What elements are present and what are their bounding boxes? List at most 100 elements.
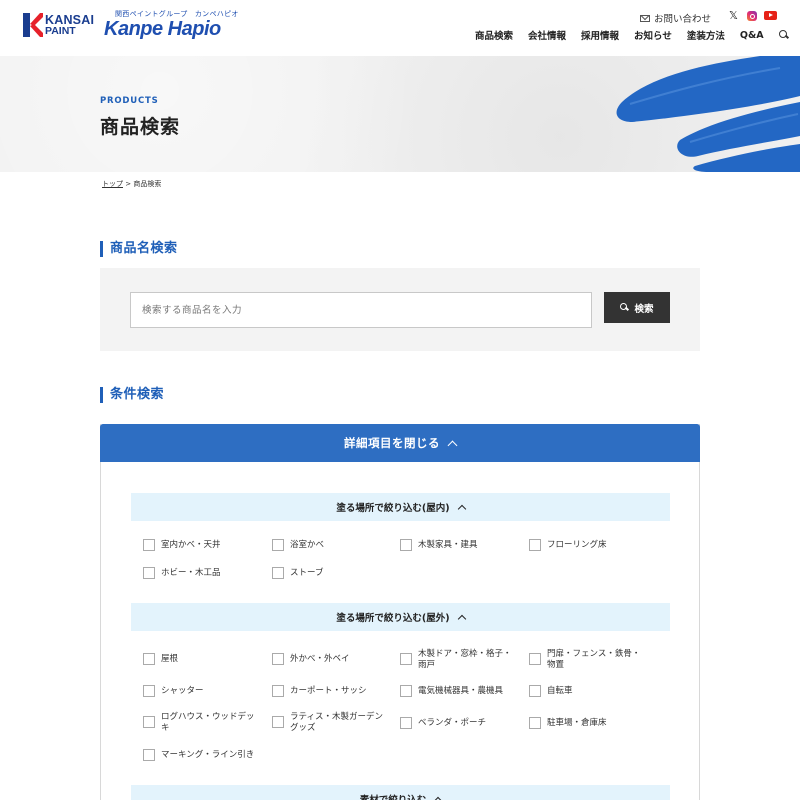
paint-brush-stroke-decoration — [616, 56, 800, 172]
kansai-logo-line2: PAINT — [45, 25, 76, 37]
checkbox-option[interactable]: ホビー・木工品 — [143, 567, 261, 579]
option-label: ラティス・木製ガーデングッズ — [290, 712, 383, 733]
checkbox-option[interactable]: ベランダ・ポーチ — [400, 717, 518, 729]
checkbox[interactable] — [272, 685, 284, 697]
checkbox-option[interactable]: ストーブ — [272, 567, 390, 579]
chevron-up-icon — [457, 614, 466, 623]
mail-icon — [640, 14, 650, 22]
breadcrumb-separator: > — [123, 180, 134, 188]
close-details-label: 詳細項目を閉じる — [344, 436, 440, 450]
page-hero: PRODUCTS 商品検索 — [0, 56, 800, 172]
checkbox-option[interactable]: フローリング床 — [529, 539, 647, 551]
product-name-search-box: 検索 — [100, 268, 700, 351]
checkbox-option[interactable]: 駐車場・倉庫床 — [529, 717, 647, 729]
checkbox[interactable] — [272, 539, 284, 551]
breadcrumb-current: 商品検索 — [133, 180, 162, 188]
nav-item-qa[interactable]: Q&A — [740, 30, 764, 41]
condition-search-panel: 詳細項目を閉じる 塗る場所で絞り込む(屋内) 室内かべ・天井 浴室かべ 木製家具… — [100, 424, 700, 800]
checkbox-option[interactable]: 室内かべ・天井 — [143, 539, 261, 551]
checkbox[interactable] — [272, 567, 284, 579]
option-label: カーポート・サッシ — [290, 686, 367, 696]
kansai-k-logo-icon — [23, 13, 43, 37]
group-title: 塗る場所で絞り込む(屋内) — [336, 503, 450, 514]
kansai-paint-logo[interactable]: KANSAI PAINT — [23, 13, 97, 39]
chevron-up-icon — [434, 796, 443, 800]
option-label: 木製ドア・窓枠・格子・雨戸 — [418, 649, 512, 670]
search-icon — [620, 303, 629, 312]
search-icon[interactable] — [778, 30, 789, 40]
checkbox-option[interactable]: 自転車 — [529, 685, 647, 697]
product-name-search-input[interactable] — [130, 292, 592, 328]
option-label: 駐車場・倉庫床 — [547, 718, 607, 728]
option-label: 電気機械器具・農機具 — [418, 686, 504, 696]
checkbox[interactable] — [143, 749, 155, 761]
product-search-button[interactable]: 検索 — [604, 292, 670, 323]
condition-search-heading: 条件検索 — [100, 387, 164, 403]
option-label: シャッター — [161, 686, 204, 696]
checkbox[interactable] — [143, 653, 155, 665]
checkbox-option[interactable]: マーキング・ライン引き — [143, 749, 291, 761]
checkbox-option[interactable]: 木製ドア・窓枠・格子・雨戸 — [400, 649, 518, 671]
checkbox-option[interactable]: カーポート・サッシ — [272, 685, 390, 697]
group-header-material[interactable]: 素材で絞り込む — [131, 785, 670, 800]
youtube-icon[interactable] — [764, 11, 777, 20]
checkbox[interactable] — [143, 685, 155, 697]
checkbox[interactable] — [529, 717, 541, 729]
checkbox[interactable] — [143, 567, 155, 579]
checkbox-option[interactable]: 外かべ・外ベイ — [272, 653, 390, 665]
checkbox[interactable] — [400, 717, 412, 729]
option-label: 門扉・フェンス・鉄骨・物置 — [547, 649, 641, 670]
option-label: 屋根 — [161, 654, 179, 664]
group-header-indoor[interactable]: 塗る場所で絞り込む(屋内) — [131, 493, 670, 521]
checkbox[interactable] — [529, 685, 541, 697]
checkbox[interactable] — [143, 716, 155, 728]
checkbox[interactable] — [529, 653, 541, 665]
page-title: 商品検索 — [100, 116, 181, 138]
option-label: 室内かべ・天井 — [161, 540, 221, 550]
breadcrumb: トップ > 商品検索 — [102, 179, 161, 189]
hapio-logo-name: Kanpe Hapio — [104, 18, 221, 40]
contact-label: お問い合わせ — [654, 14, 712, 25]
checkbox-option[interactable]: ラティス・木製ガーデングッズ — [272, 712, 390, 734]
checkbox-option[interactable]: 門扉・フェンス・鉄骨・物置 — [529, 649, 647, 671]
group-title: 塗る場所で絞り込む(屋外) — [336, 613, 450, 624]
option-label: フローリング床 — [547, 540, 607, 550]
x-twitter-icon[interactable]: 𝕏 — [729, 9, 738, 22]
option-label: 浴室かべ — [290, 540, 325, 550]
kanpe-hapio-logo[interactable]: 関西ペイントグループ カンペハピオ Kanpe Hapio — [104, 9, 238, 43]
group-header-outdoor[interactable]: 塗る場所で絞り込む(屋外) — [131, 603, 670, 631]
chevron-up-icon — [457, 504, 466, 513]
checkbox-option[interactable]: 電気機械器具・農機具 — [400, 685, 518, 697]
checkbox[interactable] — [272, 653, 284, 665]
checkbox[interactable] — [529, 539, 541, 551]
nav-item-products[interactable]: 商品検索 — [475, 28, 513, 42]
option-label: ログハウス・ウッドデッキ — [161, 712, 255, 733]
search-button-label: 検索 — [634, 303, 654, 315]
checkbox[interactable] — [400, 653, 412, 665]
option-label: 自転車 — [547, 686, 573, 696]
option-label: ストーブ — [290, 568, 324, 578]
nav-item-painting-method[interactable]: 塗装方法 — [687, 28, 725, 42]
checkbox-option[interactable]: 木製家具・建具 — [400, 539, 518, 551]
checkbox-option[interactable]: ログハウス・ウッドデッキ — [143, 712, 261, 734]
checkbox-option[interactable]: シャッター — [143, 685, 261, 697]
close-details-toggle[interactable]: 詳細項目を閉じる — [100, 424, 700, 462]
hero-english-label: PRODUCTS — [100, 96, 159, 106]
checkbox[interactable] — [400, 685, 412, 697]
breadcrumb-top-link[interactable]: トップ — [102, 180, 123, 188]
checkbox[interactable] — [400, 539, 412, 551]
nav-item-company[interactable]: 会社情報 — [528, 28, 566, 42]
product-name-search-heading: 商品名検索 — [100, 241, 178, 257]
chevron-up-icon — [447, 440, 458, 450]
contact-link[interactable]: お問い合わせ — [640, 11, 711, 25]
instagram-icon[interactable] — [747, 11, 757, 21]
option-label: ベランダ・ポーチ — [418, 718, 487, 728]
checkbox[interactable] — [272, 716, 284, 728]
checkbox[interactable] — [143, 539, 155, 551]
checkbox-option[interactable]: 屋根 — [143, 653, 261, 665]
option-label: ホビー・木工品 — [161, 568, 221, 578]
nav-item-recruit[interactable]: 採用情報 — [581, 28, 619, 42]
option-label: 木製家具・建具 — [418, 540, 478, 550]
checkbox-option[interactable]: 浴室かべ — [272, 539, 390, 551]
nav-item-news[interactable]: お知らせ — [634, 28, 672, 42]
